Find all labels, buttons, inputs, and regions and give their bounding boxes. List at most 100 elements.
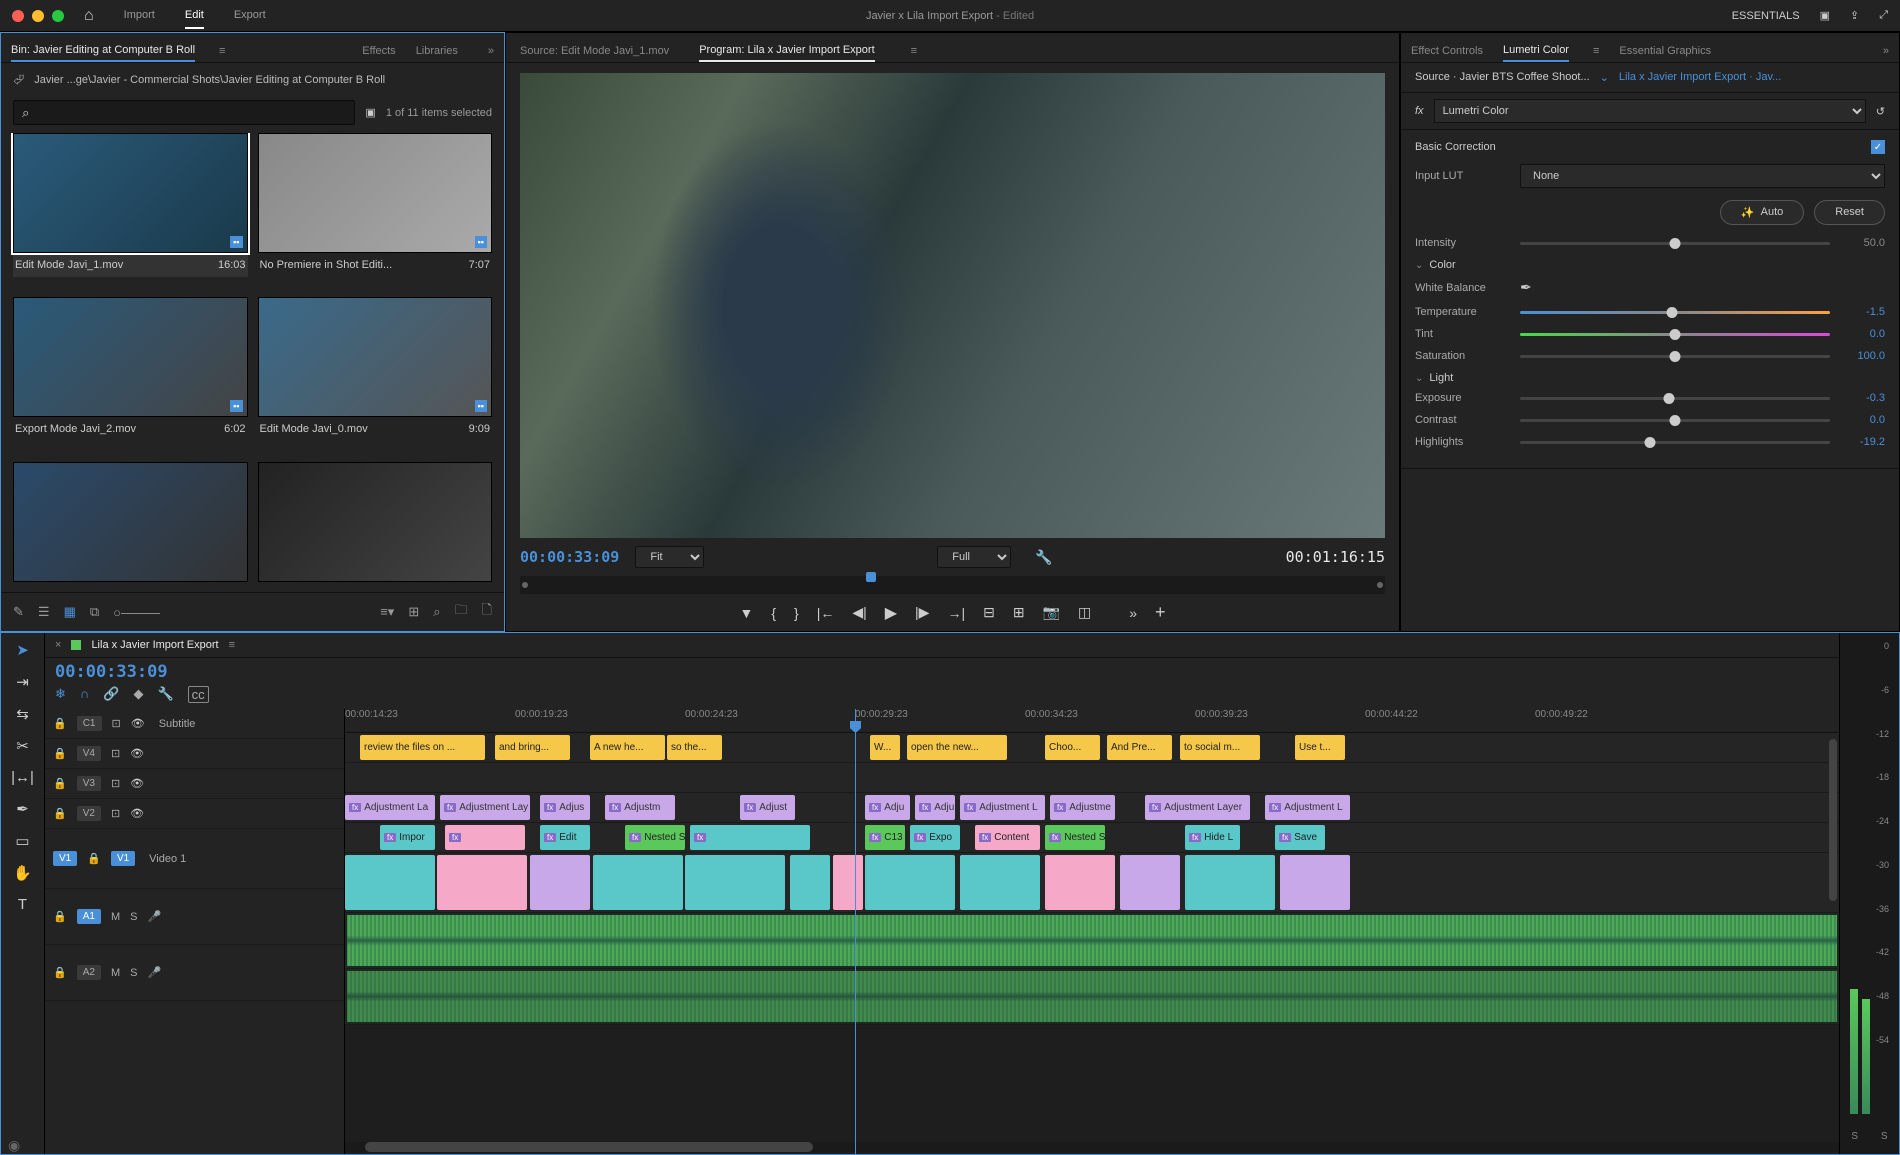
- caption-clip[interactable]: And Pre...: [1107, 735, 1172, 760]
- track-v2[interactable]: fxImporfxfxEditfxNested SfxfxC13fxExpofx…: [345, 823, 1839, 853]
- search-input[interactable]: [13, 100, 355, 125]
- adjustment-clip[interactable]: fxAdjustment Lay: [440, 795, 530, 820]
- track-header-v2[interactable]: 🔒 V2 ⊡ 👁: [45, 799, 344, 829]
- marker-icon[interactable]: ◆: [133, 686, 143, 703]
- caption-clip[interactable]: W...: [870, 735, 900, 760]
- adjustment-clip[interactable]: fxAdjustment L: [960, 795, 1045, 820]
- mark-in-icon[interactable]: {: [771, 605, 776, 621]
- track-header-a1[interactable]: 🔒 A1 M S 🎤: [45, 889, 344, 945]
- caption-clip[interactable]: Choo...: [1045, 735, 1100, 760]
- track-header-v3[interactable]: 🔒 V3 ⊡ 👁: [45, 769, 344, 799]
- lift-icon[interactable]: ⊟: [983, 604, 995, 621]
- caption-track-icon[interactable]: cc: [188, 686, 209, 703]
- list-view-icon[interactable]: ☰: [38, 604, 50, 620]
- snap-icon[interactable]: ∩: [80, 686, 89, 703]
- thumb-image[interactable]: [13, 462, 248, 582]
- panel-menu-icon[interactable]: ≡: [229, 639, 235, 651]
- thumb-image[interactable]: ▪▪: [258, 297, 493, 417]
- tab-edit[interactable]: Edit: [185, 3, 204, 29]
- track-id[interactable]: V2: [77, 806, 101, 821]
- intensity-slider[interactable]: [1520, 242, 1830, 245]
- adjustment-clip[interactable]: fxAdjus: [540, 795, 590, 820]
- video-clip[interactable]: fxExpo: [910, 825, 960, 850]
- adjustment-clip[interactable]: fxAdjustme: [1050, 795, 1115, 820]
- tint-slider[interactable]: [1520, 333, 1830, 336]
- thumb-item[interactable]: ▪▪ No Premiere in Shot Editi...7:07: [258, 133, 493, 287]
- caption-clip[interactable]: review the files on ...: [360, 735, 485, 760]
- video-clip[interactable]: fxC13: [865, 825, 905, 850]
- temperature-slider[interactable]: [1520, 311, 1830, 314]
- solo-button[interactable]: S: [130, 911, 137, 923]
- pen-tool-icon[interactable]: ✒: [16, 800, 29, 818]
- track-o-icon[interactable]: ⊡: [111, 747, 120, 760]
- thumb-item[interactable]: ▪▪ Export Mode Javi_2.mov6:02: [13, 297, 248, 451]
- collapse-icon[interactable]: ⌄: [1415, 373, 1423, 384]
- video-clip[interactable]: [865, 855, 955, 910]
- intensity-value[interactable]: 50.0: [1840, 237, 1885, 249]
- color-header[interactable]: Color: [1429, 259, 1455, 271]
- temperature-value[interactable]: -1.5: [1840, 306, 1885, 318]
- saturation-slider[interactable]: [1520, 355, 1830, 358]
- thumb-image[interactable]: [258, 462, 493, 582]
- lock-icon[interactable]: 🔒: [53, 777, 67, 790]
- reset-effect-icon[interactable]: ↺: [1876, 105, 1885, 118]
- adjustment-clip[interactable]: fxAdjustment Layer: [1145, 795, 1250, 820]
- thumb-image[interactable]: ▪▪: [258, 133, 493, 253]
- freeform-view-icon[interactable]: ⧉: [90, 604, 99, 620]
- track-v4[interactable]: [345, 763, 1839, 793]
- video-viewer[interactable]: [520, 73, 1385, 538]
- track-header-v4[interactable]: 🔒 V4 ⊡ 👁: [45, 739, 344, 769]
- ripple-edit-tool-icon[interactable]: ⇆: [16, 705, 29, 723]
- slip-tool-icon[interactable]: |↔|: [11, 769, 34, 786]
- caption-clip[interactable]: open the new...: [907, 735, 1007, 760]
- fx-icon[interactable]: fx: [1415, 105, 1424, 117]
- track-header-v1[interactable]: V1 🔒 V1 Video 1: [45, 829, 344, 889]
- lock-icon[interactable]: 🔒: [53, 717, 67, 730]
- thumb-image[interactable]: ▪▪: [13, 297, 248, 417]
- type-tool-icon[interactable]: T: [18, 896, 27, 913]
- resolution-select[interactable]: Full: [937, 546, 1011, 568]
- tab-bin[interactable]: Bin: Javier Editing at Computer B Roll: [11, 40, 195, 62]
- caption-clip[interactable]: Use t...: [1295, 735, 1345, 760]
- video-clip[interactable]: fxEdit: [540, 825, 590, 850]
- step-back-icon[interactable]: ◀|: [852, 604, 866, 621]
- highlights-value[interactable]: -19.2: [1840, 436, 1885, 448]
- play-icon[interactable]: ▶: [885, 603, 897, 623]
- video-clip[interactable]: [1120, 855, 1180, 910]
- lock-icon[interactable]: 🔒: [53, 910, 67, 923]
- thumb-image[interactable]: ▪▪: [13, 133, 248, 253]
- panel-menu-icon[interactable]: ≡: [219, 41, 225, 61]
- tint-value[interactable]: 0.0: [1840, 328, 1885, 340]
- thumb-item[interactable]: [13, 462, 248, 592]
- caption-clip[interactable]: so the...: [667, 735, 722, 760]
- tab-effect-controls[interactable]: Effect Controls: [1411, 41, 1483, 61]
- tab-essential-graphics[interactable]: Essential Graphics: [1619, 41, 1711, 61]
- mark-out-icon[interactable]: }: [794, 605, 799, 621]
- tab-export[interactable]: Export: [234, 3, 266, 29]
- solo-label[interactable]: S: [1851, 1131, 1858, 1142]
- collapse-icon[interactable]: ⌄: [1415, 260, 1423, 271]
- source-clip-name[interactable]: Source · Javier BTS Coffee Shoot...: [1415, 71, 1590, 84]
- lock-icon[interactable]: 🔒: [53, 807, 67, 820]
- settings-icon[interactable]: 🔧: [1035, 549, 1052, 566]
- video-clip[interactable]: fx: [445, 825, 525, 850]
- app-footer-icon[interactable]: ◉: [0, 1135, 28, 1155]
- effect-select[interactable]: Lumetri Color: [1434, 99, 1866, 123]
- panel-overflow-icon[interactable]: »: [488, 41, 494, 61]
- razor-tool-icon[interactable]: ✂: [16, 737, 29, 755]
- tab-lumetri-color[interactable]: Lumetri Color: [1503, 40, 1569, 62]
- track-o-icon[interactable]: ⊡: [112, 717, 121, 730]
- horizontal-scrollbar[interactable]: [345, 1142, 1839, 1152]
- scrubber-start[interactable]: [522, 582, 528, 588]
- video-clip[interactable]: fxSave: [1275, 825, 1325, 850]
- track-a2[interactable]: [345, 969, 1839, 1025]
- contrast-value[interactable]: 0.0: [1840, 414, 1885, 426]
- playhead[interactable]: [855, 709, 856, 1154]
- tab-effects[interactable]: Effects: [362, 41, 395, 61]
- video-clip[interactable]: [685, 855, 785, 910]
- filter-icon[interactable]: ▣: [365, 106, 375, 119]
- eye-icon[interactable]: 👁: [131, 717, 145, 730]
- eye-icon[interactable]: 👁: [130, 777, 144, 790]
- eye-icon[interactable]: 👁: [130, 747, 144, 760]
- sort-icon[interactable]: ≡▾: [380, 604, 394, 620]
